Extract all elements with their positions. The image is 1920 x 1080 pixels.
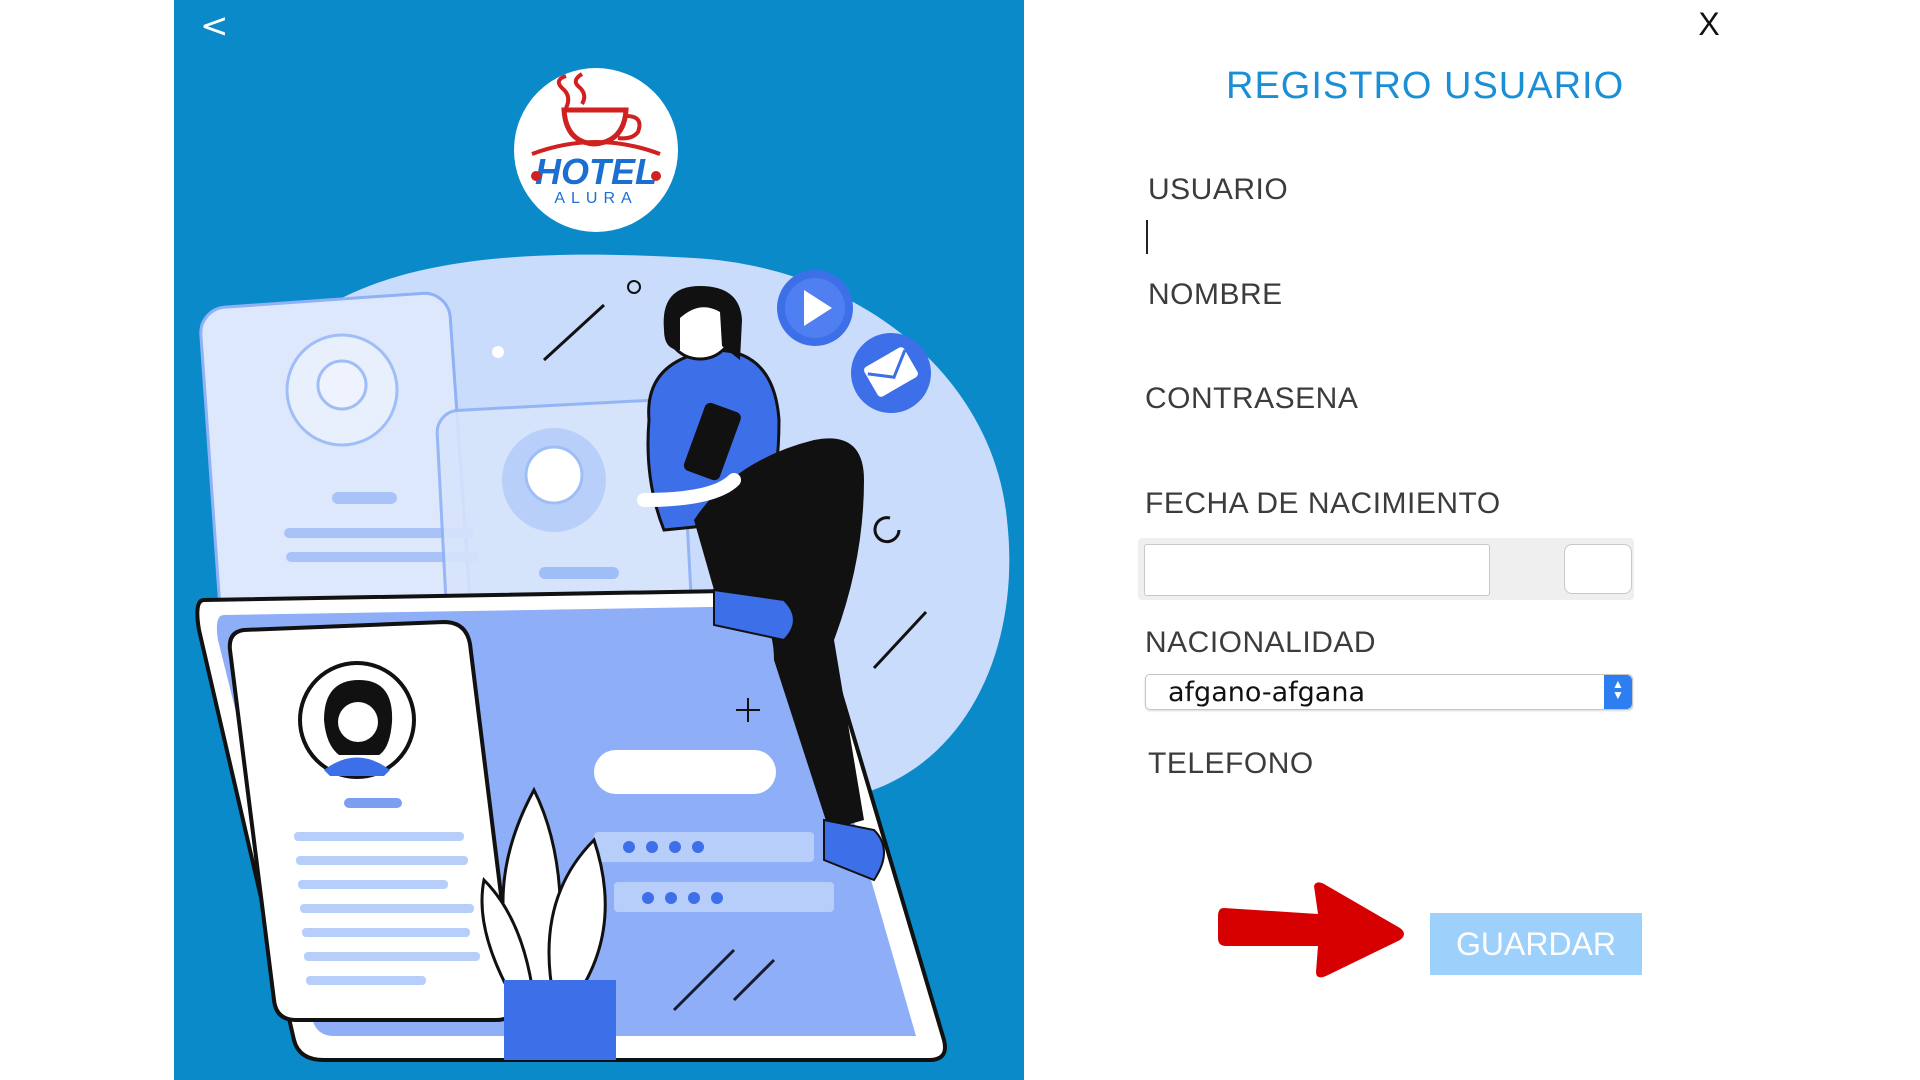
telefono-label: TELEFONO [1148,747,1314,780]
illustration-panel: < HOTEL ALURA [174,0,1024,1080]
text-caret [1146,220,1148,254]
play-icon [777,270,853,346]
nacionalidad-selected-value: afgano-afgana [1168,677,1366,708]
hotel-logo: HOTEL ALURA [514,68,678,232]
usuario-input[interactable] [1148,216,1632,260]
registration-illustration: HOTEL ALURA [195,68,1010,1062]
telefono-input[interactable] [1148,790,1632,834]
fecha-nacimiento-input[interactable] [1144,544,1490,596]
date-chooser [1138,538,1634,600]
nombre-label: NOMBRE [1148,278,1283,311]
close-button[interactable]: X [1689,4,1729,44]
contrasena-input[interactable] [1145,424,1629,468]
decor-dot [492,346,504,358]
nacionalidad-select[interactable]: afgano-afgana ▲ ▼ [1145,674,1633,710]
form-title: REGISTRO USUARIO [1226,65,1625,107]
logo-text-main: HOTEL [535,151,657,192]
mail-icon [851,333,931,413]
logo-text-sub: ALURA [554,190,637,207]
logo-dot [651,171,661,181]
profile-card-front [227,619,517,1022]
red-arrow-icon [1218,882,1404,978]
close-icon: X [1698,6,1720,42]
fecha-nacimiento-label: FECHA DE NACIMIENTO [1145,487,1501,520]
logo-dot [531,171,541,181]
usuario-label: USUARIO [1148,173,1289,206]
calendar-button[interactable] [1564,544,1632,594]
nombre-input[interactable] [1148,320,1632,364]
save-button[interactable]: GUARDAR [1430,913,1642,975]
select-arrows-icon: ▲ ▼ [1604,675,1632,709]
contrasena-label: CONTRASENA [1145,382,1359,415]
nacionalidad-label: NACIONALIDAD [1145,626,1377,659]
